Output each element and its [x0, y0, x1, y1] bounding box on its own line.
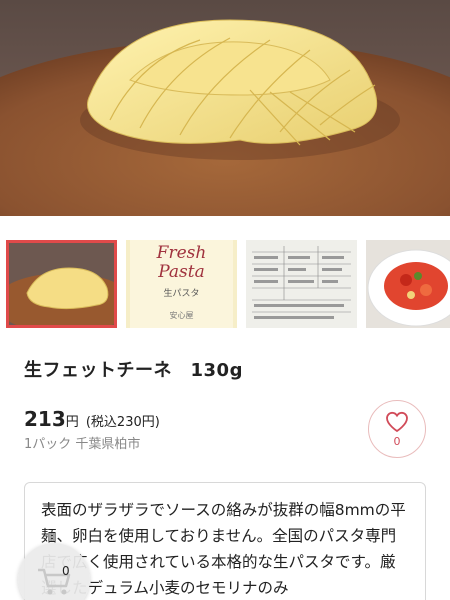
pasta-nest-photo: [0, 19, 450, 216]
price-row: 213円 (税込230円): [24, 407, 160, 431]
thumbnail-2[interactable]: Fresh Pasta 生パスタ 安心屋: [126, 240, 237, 328]
product-origin: 1パック 千葉県柏市: [24, 437, 141, 452]
thumbnail-1[interactable]: [6, 240, 117, 328]
description-text: 表面のザラザラでソースの絡みが抜群の幅8mmの平麺、卵白を使用しておりません。全…: [41, 501, 406, 597]
thumbnail-dish-photo: [366, 240, 450, 328]
heart-icon: [386, 411, 408, 432]
product-hero-image: [0, 0, 450, 216]
package-brand-line1: Fresh: [156, 243, 207, 263]
product-title: 生フェットチーネ 130g: [24, 360, 243, 381]
favorite-button[interactable]: 0: [368, 400, 426, 458]
thumbnail-strip: Fresh Pasta 生パスタ 安心屋: [0, 240, 450, 328]
thumbnail-3[interactable]: [246, 240, 357, 328]
package-brand: Fresh Pasta: [126, 244, 237, 282]
package-subtitle: 生パスタ: [163, 289, 200, 299]
thumbnail-pasta-photo: [9, 243, 114, 325]
package-brand-line2: Pasta: [158, 262, 205, 282]
thumbnail-label-photo: [246, 240, 357, 328]
cart-count: 0: [62, 564, 70, 578]
price-tax-included: (税込230円): [85, 415, 160, 430]
price-unit: 円: [65, 415, 79, 430]
price-value: 213: [24, 407, 66, 431]
favorite-count: 0: [393, 434, 401, 448]
thumbnail-4[interactable]: [366, 240, 450, 328]
package-maker: 安心屋: [169, 311, 194, 320]
